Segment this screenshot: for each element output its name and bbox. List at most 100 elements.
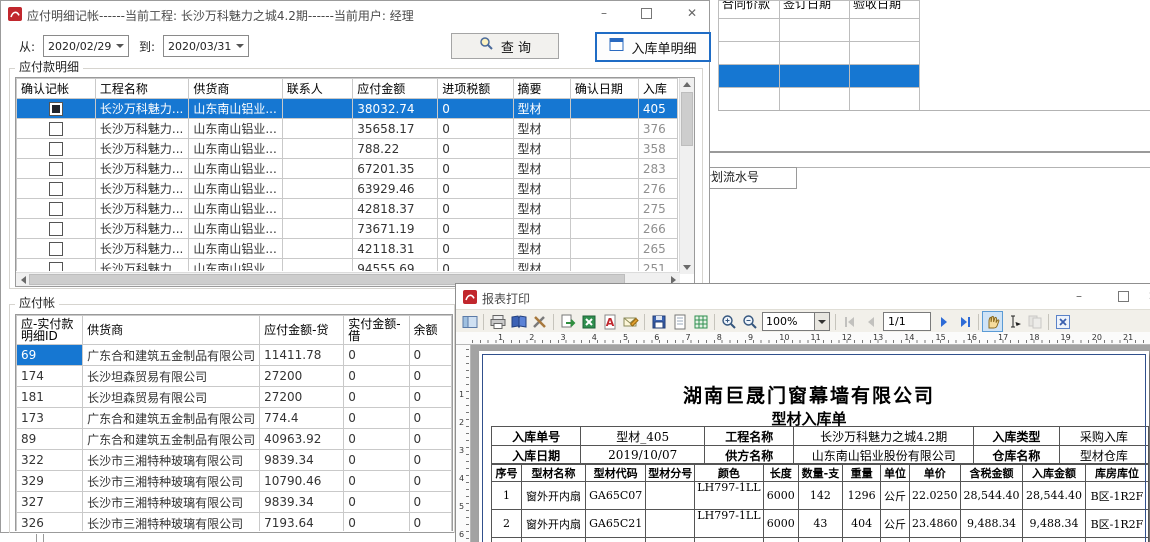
doc-map-icon[interactable] — [459, 311, 480, 332]
book-icon[interactable] — [508, 311, 529, 332]
grid-export-icon[interactable] — [690, 311, 711, 332]
save-icon[interactable] — [648, 311, 669, 332]
plan-serial-field[interactable]: 计划流水号 — [703, 167, 797, 189]
column-header[interactable]: 余额 — [409, 316, 451, 345]
first-page-icon[interactable] — [839, 311, 860, 332]
column-header[interactable]: 联系人 — [282, 79, 353, 99]
payable-row[interactable]: 322长沙市三湘特种玻璃有限公司9839.3400 — [17, 450, 452, 471]
column-header[interactable]: 工程名称 — [95, 79, 188, 99]
table-cell — [282, 119, 353, 139]
payable-row[interactable]: 174长沙坦森贸易有限公司2720000 — [17, 366, 452, 387]
column-header[interactable]: 摘要 — [513, 79, 570, 99]
hand-tool-icon[interactable] — [982, 311, 1003, 332]
scroll-left-icon[interactable] — [16, 273, 30, 286]
column-header[interactable]: 入库 — [638, 79, 677, 99]
confirm-checkbox[interactable] — [49, 162, 63, 176]
zoom-select[interactable]: 100% — [762, 312, 830, 331]
page-number-input[interactable]: 1/1 — [883, 312, 931, 331]
close-icon[interactable]: ✕ — [1144, 288, 1150, 304]
payable-row[interactable]: 329长沙市三湘特种玻璃有限公司10790.4600 — [17, 471, 452, 492]
scroll-down-icon[interactable] — [680, 261, 694, 274]
export-file-icon[interactable] — [557, 311, 578, 332]
confirm-checkbox[interactable] — [49, 182, 63, 196]
table-cell — [850, 42, 920, 65]
query-button[interactable]: 查 询 — [451, 33, 559, 59]
column-header[interactable]: 实付金额-借 — [344, 316, 409, 345]
zoom-out-icon[interactable] — [739, 311, 760, 332]
confirm-checkbox[interactable] — [49, 262, 63, 272]
scroll-up-icon[interactable] — [680, 78, 694, 91]
column-header[interactable]: 确认日期 — [570, 79, 638, 99]
maximize-icon[interactable] — [637, 5, 655, 21]
last-page-icon[interactable] — [954, 311, 975, 332]
column-header[interactable]: 供货商 — [83, 316, 260, 345]
payable-row[interactable]: 327长沙市三湘特种玻璃有限公司9839.3400 — [17, 492, 452, 513]
from-date-combo[interactable]: 2020/02/29 — [43, 35, 129, 57]
mail-icon[interactable] — [620, 311, 641, 332]
print-icon[interactable] — [487, 311, 508, 332]
chevron-down-icon[interactable] — [814, 313, 829, 330]
zoom-in-icon[interactable] — [718, 311, 739, 332]
confirm-checkbox[interactable] — [49, 222, 63, 236]
column-header[interactable]: 应付金额 — [353, 79, 438, 99]
column-header[interactable]: 签订日期 — [780, 1, 850, 19]
payable-detail-row[interactable]: 长沙万科魅力...山东南山铝业...63929.460型材276 — [17, 179, 678, 199]
confirm-checkbox[interactable] — [49, 202, 63, 216]
next-page-icon[interactable] — [933, 311, 954, 332]
column-header[interactable]: 应-实付款明细ID — [17, 316, 83, 345]
prev-page-icon[interactable] — [860, 311, 881, 332]
payable-detail-row[interactable]: 长沙万科魅力...山东南山铝业...42118.310型材265 — [17, 239, 678, 259]
column-header[interactable]: 验收日期 — [850, 1, 920, 19]
ruler-number: 8 — [717, 333, 722, 342]
excel-export-icon[interactable] — [578, 311, 599, 332]
close-icon[interactable]: ✕ — [683, 5, 701, 21]
scrollbar-thumb[interactable] — [681, 92, 693, 146]
copy-icon[interactable] — [1024, 311, 1045, 332]
tools-icon[interactable] — [529, 311, 550, 332]
inbound-detail-button[interactable]: 入库单明细 — [595, 32, 711, 62]
horizontal-ruler: 123456789101112131415161718192021 — [456, 332, 1150, 345]
titlebar[interactable]: 应付明细记帐------当前工程: 长沙万科魅力之城4.2期------当前用户… — [1, 1, 709, 27]
report-cell: 404 — [842, 510, 881, 538]
payable-detail-row[interactable]: 长沙万科魅力...山东南山铝业...42818.370型材275 — [17, 199, 678, 219]
maximize-icon[interactable] — [1114, 288, 1132, 304]
report-info-row: 入库单号型材_405工程名称长沙万科魅力之城4.2期入库类型采购入库 — [492, 427, 1149, 446]
column-header[interactable]: 确认记帐 — [17, 79, 96, 99]
table-row[interactable] — [719, 88, 920, 111]
payable-detail-row[interactable]: 长沙万科魅力...山东南山铝业...788.220型材358 — [17, 139, 678, 159]
confirm-checkbox[interactable] — [49, 122, 63, 136]
minimize-icon[interactable]: – — [1070, 288, 1088, 304]
close-preview-icon[interactable] — [1052, 311, 1073, 332]
table-cell — [780, 19, 850, 42]
table-row[interactable] — [719, 65, 920, 88]
payable-row[interactable]: 326长沙市三湘特种玻璃有限公司7193.6400 — [17, 513, 452, 532]
payable-detail-row[interactable]: 长沙万科魅力...山东南山铝业...38032.740型材405 — [17, 99, 678, 119]
to-date-combo[interactable]: 2020/03/31 — [163, 35, 249, 57]
payable-detail-row[interactable]: 长沙万科魅力...山东南山铝业...67201.350型材283 — [17, 159, 678, 179]
text-select-icon[interactable] — [1003, 311, 1024, 332]
minimize-icon[interactable]: – — [595, 5, 613, 21]
column-header[interactable]: 供货商 — [189, 79, 282, 99]
table-row[interactable] — [719, 19, 920, 42]
page-setup-icon[interactable] — [669, 311, 690, 332]
payable-row[interactable]: 181长沙坦森贸易有限公司2720000 — [17, 387, 452, 408]
payable-row[interactable]: 173广东合和建筑五金制品有限公司774.400 — [17, 408, 452, 429]
confirm-checkbox[interactable] — [49, 102, 63, 116]
print-preview-area[interactable]: 123456 湖南巨晟门窗幕墙有限公司 型材入库单 入库单号型材_405工程名称… — [456, 345, 1150, 542]
titlebar[interactable]: 报表打印 – ✕ — [456, 284, 1150, 310]
report-cell: 23.4860 — [909, 510, 960, 538]
column-header[interactable]: 应付金额-贷 — [260, 316, 344, 345]
payable-detail-row[interactable]: 长沙万科魅力...山东南山铝业...94555.690型材251 — [17, 259, 678, 272]
table-row[interactable] — [719, 42, 920, 65]
confirm-checkbox[interactable] — [49, 142, 63, 156]
payable-row[interactable]: 69广东合和建筑五金制品有限公司11411.7800 — [17, 345, 452, 366]
payable-row[interactable]: 89广东合和建筑五金制品有限公司40963.9200 — [17, 429, 452, 450]
report-label: 仓库名称 — [974, 446, 1060, 465]
column-header[interactable]: 进项税额 — [438, 79, 513, 99]
payable-detail-row[interactable]: 长沙万科魅力...山东南山铝业...35658.170型材376 — [17, 119, 678, 139]
confirm-checkbox[interactable] — [49, 242, 63, 256]
payable-detail-row[interactable]: 长沙万科魅力...山东南山铝业...73671.190型材266 — [17, 219, 678, 239]
pdf-export-icon[interactable]: A — [599, 311, 620, 332]
column-header[interactable]: 合同价款 — [719, 1, 780, 19]
vertical-scrollbar[interactable] — [679, 78, 694, 274]
